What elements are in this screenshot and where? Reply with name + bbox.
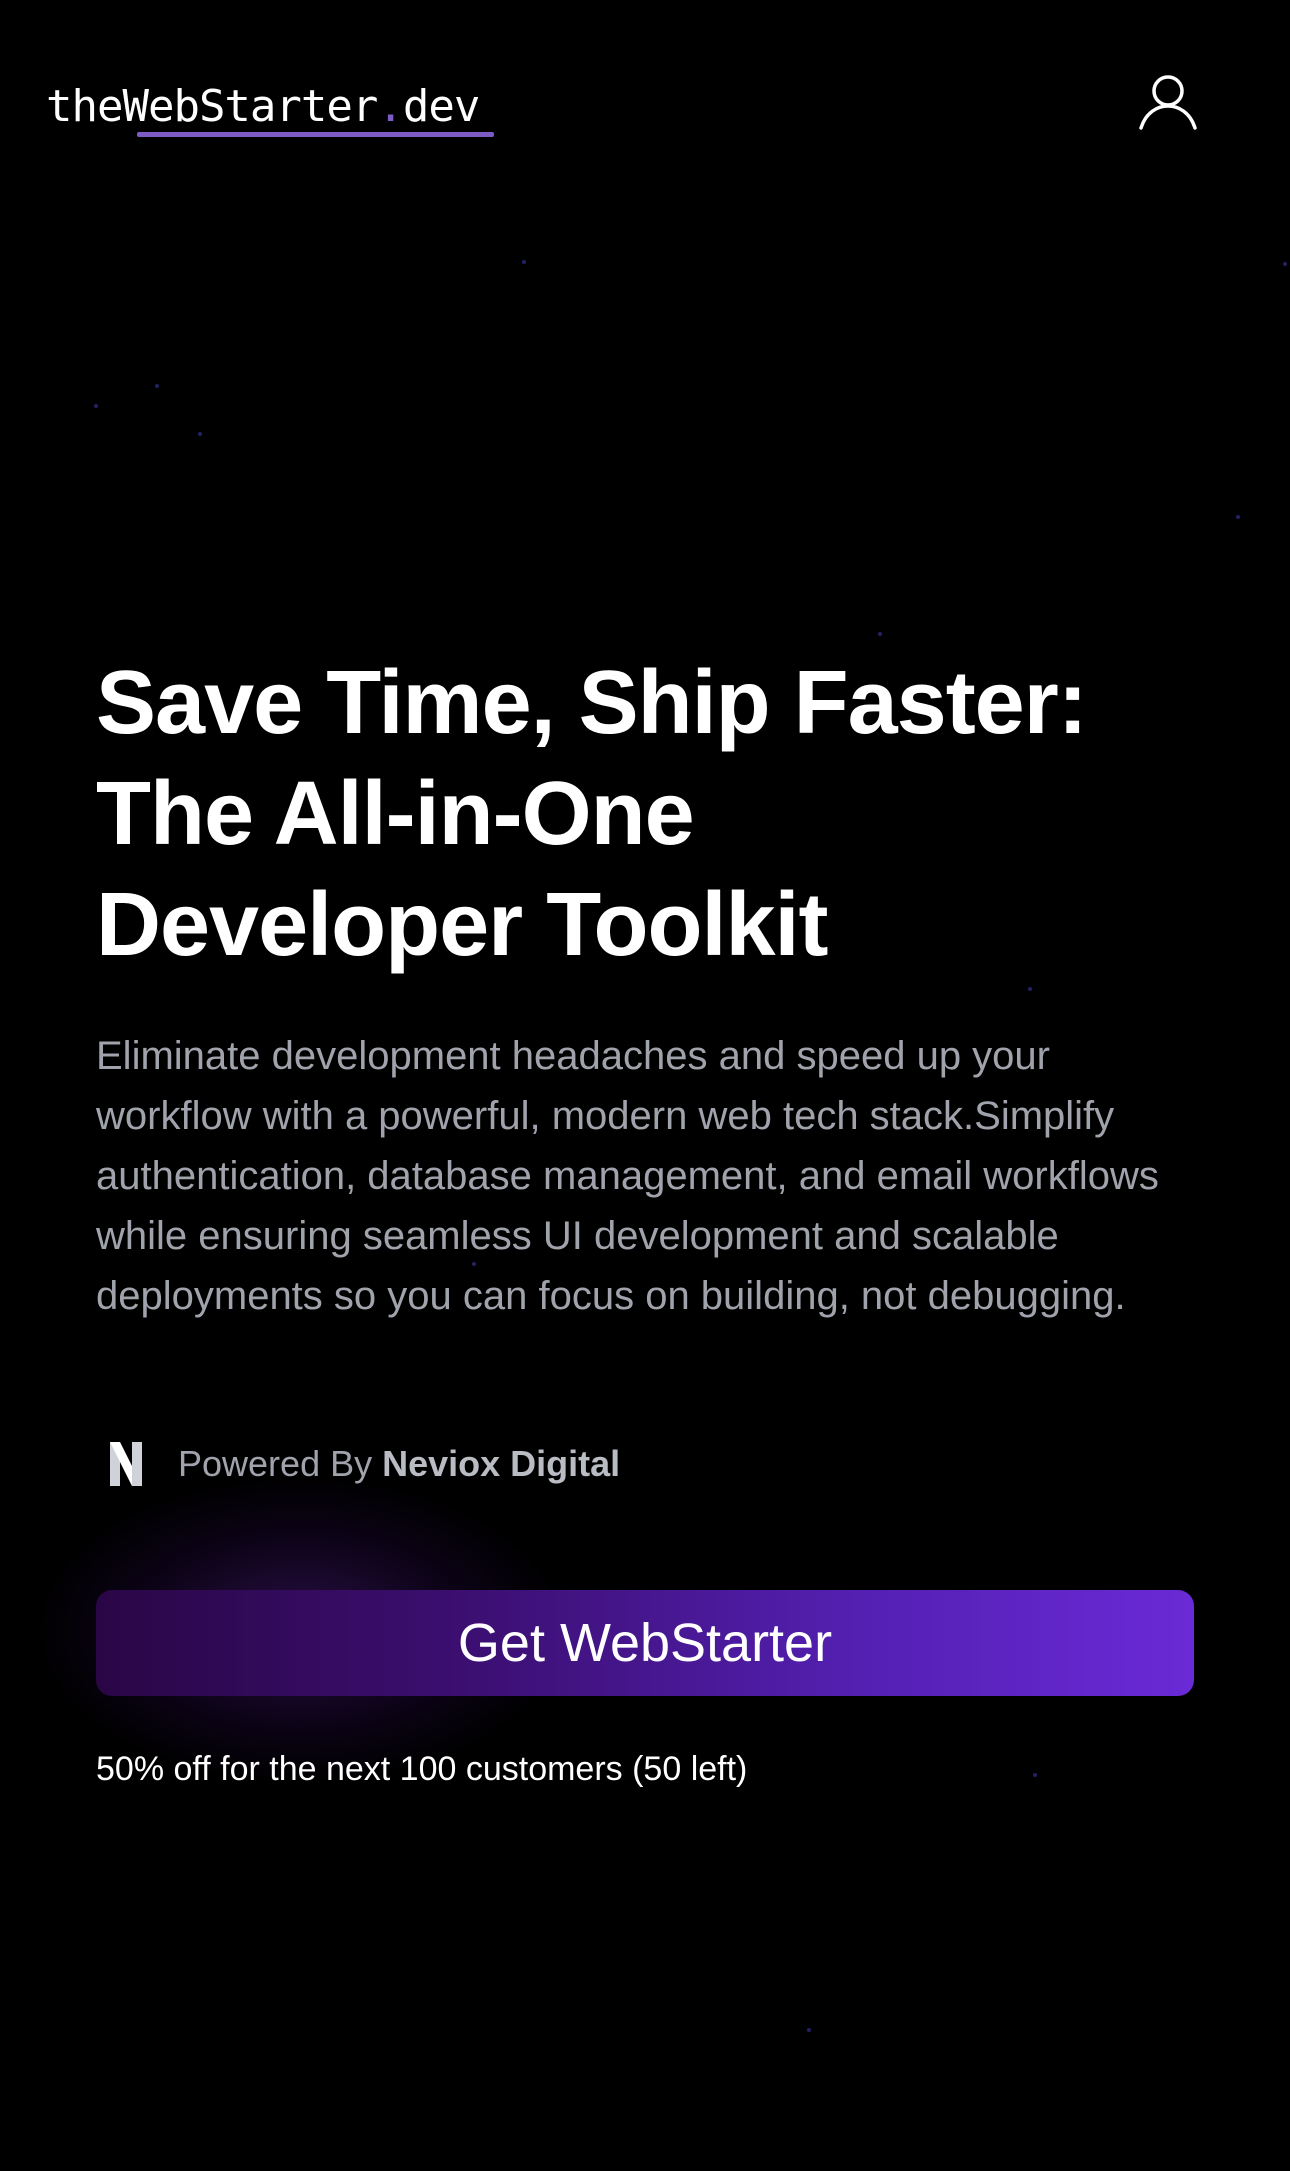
logo-text-prefix: theWebStarter (46, 81, 378, 132)
neviox-logo-icon (110, 1442, 142, 1486)
logo-dot: . (377, 81, 403, 132)
logo-underline (137, 132, 494, 137)
star-dot (155, 384, 159, 388)
powered-by-label: Powered By (178, 1443, 383, 1484)
hero-title-line-2: The All-in-One (96, 764, 695, 864)
site-header: theWebStarter.dev (0, 0, 1290, 200)
powered-by: Powered By Neviox Digital (96, 1436, 620, 1492)
user-icon (1139, 75, 1197, 130)
user-account-button[interactable] (1138, 72, 1198, 132)
star-dot (878, 632, 882, 636)
hero-title-line-3: Developer Toolkit (96, 875, 828, 975)
star-dot (1028, 987, 1032, 991)
get-webstarter-button[interactable]: Get WebStarter (96, 1590, 1194, 1696)
logo-text-suffix: dev (402, 81, 480, 132)
hero-title: Save Time, Ship Faster: The All-in-One D… (96, 648, 1216, 981)
star-dot (1033, 1773, 1037, 1777)
hero-title-line-1: Save Time, Ship Faster: (96, 653, 1088, 753)
star-dot (94, 404, 98, 408)
star-dot (1236, 515, 1240, 519)
star-dot (1283, 262, 1287, 266)
star-dot (807, 2028, 811, 2032)
powered-by-text: Powered By Neviox Digital (178, 1443, 620, 1485)
promo-text: 50% off for the next 100 customers (50 l… (96, 1750, 748, 1788)
star-dot (522, 260, 526, 264)
hero-description: Eliminate development headaches and spee… (96, 1034, 1159, 1318)
powered-by-brand-link[interactable]: Neviox Digital (382, 1443, 620, 1484)
star-dot (198, 432, 202, 436)
site-logo-link[interactable]: theWebStarter.dev (46, 78, 480, 136)
